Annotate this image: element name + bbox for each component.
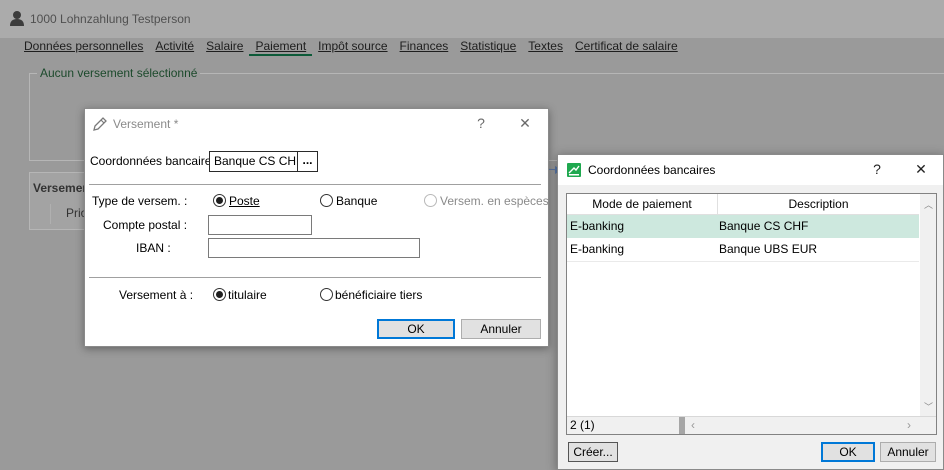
scroll-right-icon[interactable]: › bbox=[907, 418, 911, 432]
coord-ok-button[interactable]: OK bbox=[821, 442, 875, 462]
vertical-scrollbar[interactable]: ︿ ﹀ bbox=[920, 194, 936, 416]
poste-label[interactable]: Poste bbox=[229, 194, 260, 208]
scroll-left-icon[interactable]: ‹ bbox=[691, 418, 695, 432]
versement-dialog: Versement * ? ✕ Coordonnées bancaires : … bbox=[84, 108, 549, 347]
iban-label: IBAN : bbox=[136, 241, 171, 255]
cell-mode: E-banking bbox=[570, 242, 625, 256]
ok-button[interactable]: OK bbox=[377, 319, 455, 339]
versement-a-label: Versement à : bbox=[119, 288, 194, 302]
radio-banque[interactable] bbox=[320, 194, 333, 207]
radio-especes bbox=[424, 194, 437, 207]
column-header-description[interactable]: Description bbox=[718, 194, 919, 215]
separator-2 bbox=[89, 277, 541, 278]
scroll-down-icon[interactable]: ﹀ bbox=[924, 400, 933, 413]
column-header-mode[interactable]: Mode de paiement bbox=[567, 194, 718, 215]
tiers-label[interactable]: bénéficiaire tiers bbox=[335, 288, 422, 302]
coord-browse-button[interactable]: ... bbox=[297, 151, 318, 172]
coord-title: Coordonnées bancaires bbox=[588, 163, 716, 177]
compte-postal-input[interactable] bbox=[208, 215, 312, 235]
radio-poste[interactable] bbox=[213, 194, 226, 207]
help-button[interactable]: ? bbox=[471, 115, 491, 131]
separator-1 bbox=[89, 184, 541, 185]
create-button[interactable]: Créer... bbox=[568, 442, 618, 462]
especes-label: Versem. en espèces bbox=[440, 194, 549, 208]
coord-help-button[interactable]: ? bbox=[867, 161, 887, 177]
cell-description: Banque CS CHF bbox=[719, 219, 809, 233]
compte-label: Compte postal : bbox=[103, 218, 188, 232]
coord-cancel-button[interactable]: Annuler bbox=[880, 442, 936, 462]
close-button[interactable]: ✕ bbox=[515, 115, 535, 132]
radio-tiers[interactable] bbox=[320, 288, 333, 301]
banque-label[interactable]: Banque bbox=[336, 194, 377, 208]
pencil-icon bbox=[93, 117, 107, 131]
cancel-button[interactable]: Annuler bbox=[461, 319, 541, 339]
iban-input[interactable] bbox=[208, 238, 420, 258]
bank-icon bbox=[567, 163, 581, 177]
versement-title: Versement * bbox=[113, 117, 179, 131]
bank-grid: Mode de paiement Description E-banking B… bbox=[566, 193, 937, 435]
grid-footer: 2 (1) ‹ › bbox=[567, 416, 936, 434]
cell-description: Banque UBS EUR bbox=[719, 242, 818, 256]
scroll-up-icon[interactable]: ︿ bbox=[924, 198, 933, 211]
splitter-handle[interactable] bbox=[679, 417, 685, 434]
table-row[interactable]: E-banking Banque UBS EUR bbox=[567, 238, 919, 262]
coord-dialog: Coordonnées bancaires ? ✕ Mode de paieme… bbox=[557, 154, 944, 470]
row-count: 2 (1) bbox=[570, 418, 595, 432]
coord-close-button[interactable]: ✕ bbox=[911, 161, 931, 178]
coord-label: Coordonnées bancaires : bbox=[90, 154, 225, 168]
table-row[interactable]: E-banking Banque CS CHF bbox=[567, 215, 919, 238]
titulaire-label[interactable]: titulaire bbox=[228, 288, 267, 302]
cell-mode: E-banking bbox=[570, 219, 625, 233]
type-label: Type de versem. : bbox=[92, 194, 188, 208]
radio-titulaire[interactable] bbox=[213, 288, 226, 301]
